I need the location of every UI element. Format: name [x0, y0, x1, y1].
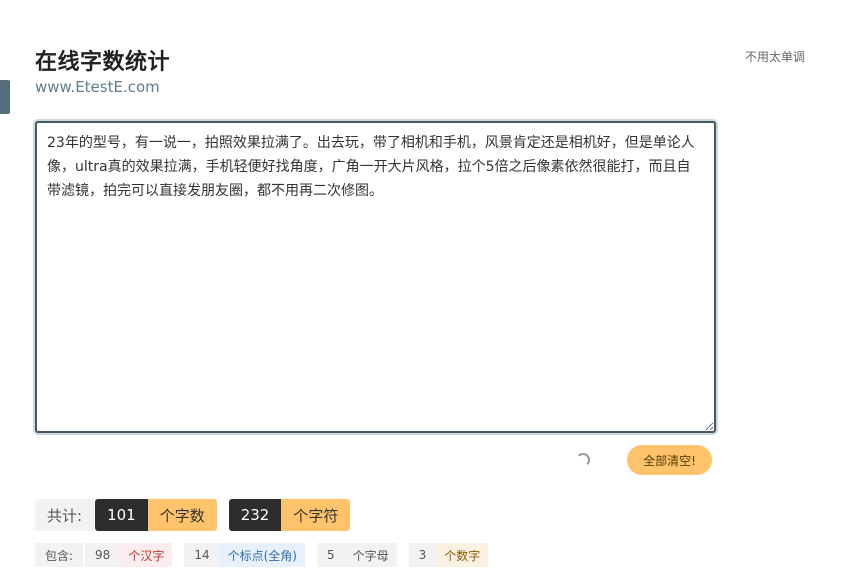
punct-count-chip: 14 个标点(全角) — [184, 543, 305, 567]
char-count-value: 232 — [228, 499, 282, 531]
hanzi-count-chip: 98 个汉字 — [85, 543, 173, 567]
digit-count-unit: 个数字 — [436, 543, 489, 567]
word-count-pill: 101 个字数 — [95, 499, 217, 531]
hanzi-count-value: 98 — [85, 543, 121, 567]
text-input[interactable]: 23年的型号，有一说一，拍照效果拉满了。出去玩，带了相机和手机，风景肯定还是相机… — [35, 121, 716, 433]
letter-count-unit: 个字母 — [344, 543, 397, 567]
page-title: 在线字数统计 — [35, 50, 171, 75]
loading-spinner-icon — [576, 453, 590, 467]
side-tab[interactable] — [0, 80, 10, 114]
digit-count-value: 3 — [408, 543, 437, 567]
char-count-unit: 个字符 — [281, 499, 351, 531]
hanzi-count-unit: 个汉字 — [120, 543, 173, 567]
totals-bar: 共计: 101 个字数 232 个字符 — [35, 499, 362, 531]
breakdown-label: 包含: — [35, 543, 84, 567]
word-count-unit: 个字数 — [147, 499, 217, 531]
punct-count-value: 14 — [184, 543, 220, 567]
char-count-pill: 232 个字符 — [228, 499, 351, 531]
letter-count-value: 5 — [317, 543, 345, 567]
theme-toggle-link[interactable]: 不用太单调 — [745, 48, 805, 65]
word-count-value: 101 — [95, 499, 148, 531]
clear-all-button[interactable]: 全部清空! — [627, 445, 712, 475]
breakdown-bar: 包含: 98 个汉字 14 个标点(全角) 5 个字母 3 个数字 — [35, 543, 500, 567]
punct-count-unit: 个标点(全角) — [219, 543, 305, 567]
site-url: www.EtestE.com — [35, 78, 160, 96]
totals-label: 共计: — [35, 499, 95, 531]
page: 在线字数统计 www.EtestE.com 不用太单调 23年的型号，有一说一，… — [0, 0, 846, 577]
digit-count-chip: 3 个数字 — [408, 543, 489, 567]
letter-count-chip: 5 个字母 — [317, 543, 397, 567]
